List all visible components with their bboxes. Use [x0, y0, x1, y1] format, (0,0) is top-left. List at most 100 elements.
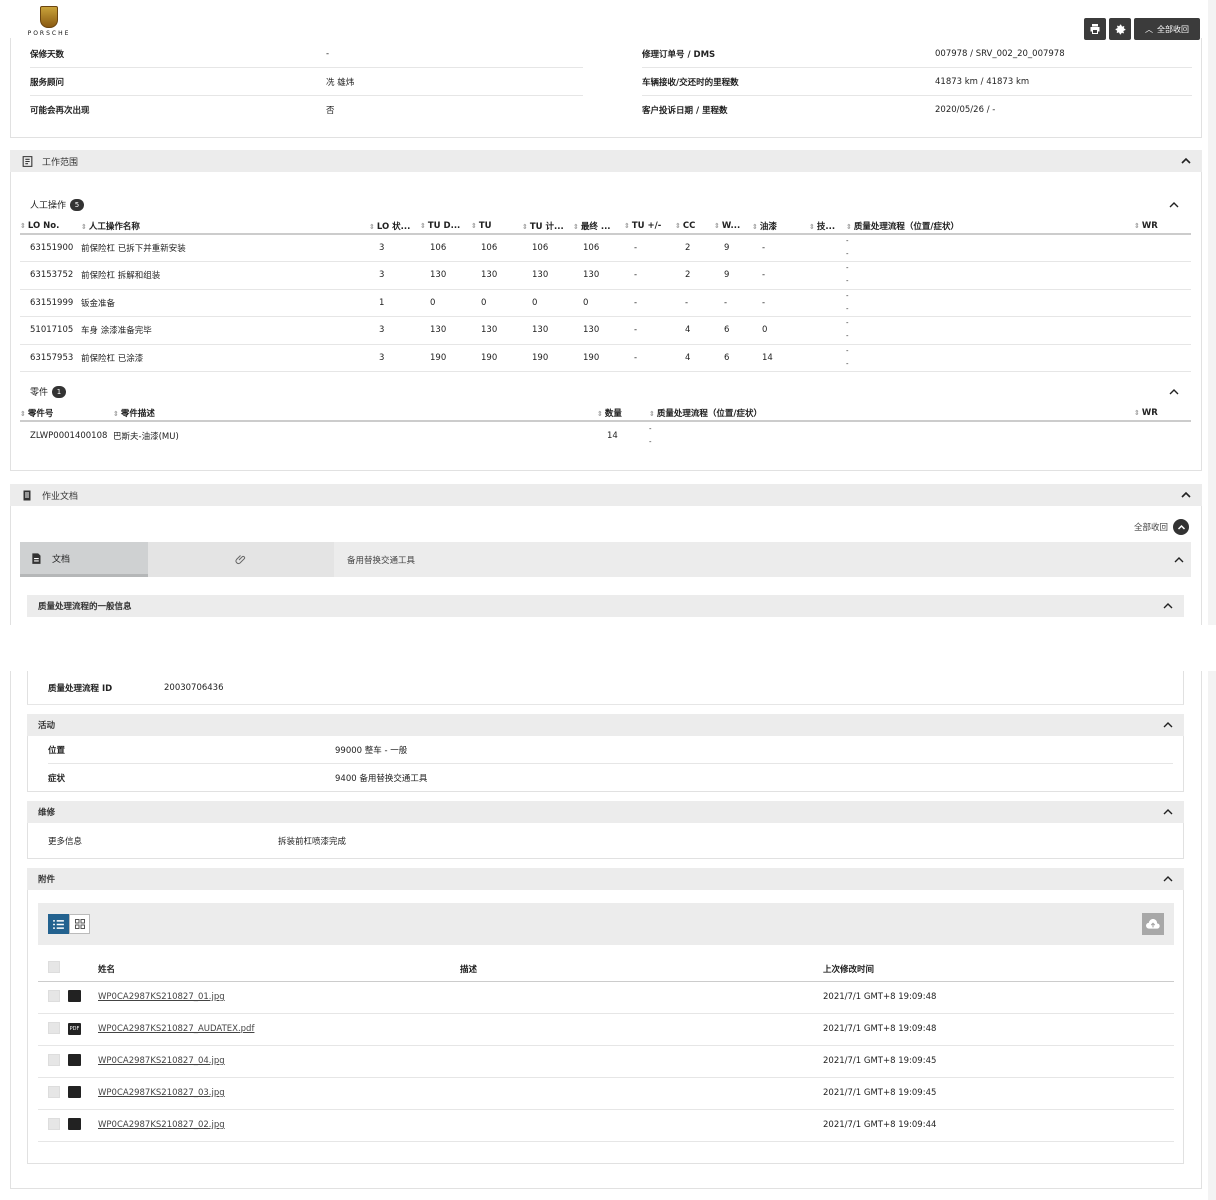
grid-view-button[interactable] [69, 914, 90, 934]
col-description[interactable]: 描述 [460, 957, 823, 982]
tab-documents[interactable]: 文档 [20, 542, 148, 577]
attachment-link[interactable]: WP0CA2987KS210827_03.jpg [98, 1088, 225, 1098]
sort-icon: ⇕ [649, 409, 655, 418]
attachment-row[interactable]: WP0CA2987KS210827_02.jpg 2021/7/1 GMT+8 1… [38, 1109, 1174, 1142]
labor-row: 63157953 前保险杠 已涂漆 3 190 190 190 190-4 6 14- - [20, 344, 1191, 372]
general-info-header[interactable]: 质量处理流程的一般信息 [27, 595, 1184, 617]
labor-row: 63151999 钣金准备 1 0 0 0 0- - - - - - [20, 289, 1191, 317]
labor-col-header[interactable]: ⇕ W... [714, 218, 752, 235]
attachment-link[interactable]: WP0CA2987KS210827_02.jpg [98, 1120, 225, 1130]
attachment-description [460, 1077, 823, 1110]
labor-cell: - [752, 261, 809, 290]
parts-cell: 14 [607, 430, 618, 441]
scrollbar[interactable] [1208, 0, 1216, 625]
labor-cell: 3 [369, 344, 420, 372]
sort-icon: ⇕ [624, 221, 630, 230]
labor-cell: 1 [369, 289, 420, 317]
chevron-up-icon[interactable] [1162, 806, 1174, 818]
labor-cell: 190 [420, 344, 471, 372]
work-scope-header[interactable]: 工作范围 [10, 150, 1202, 172]
attachment-row[interactable]: PDF WP0CA2987KS210827_AUDATEX.pdf 2021/7/1… [38, 1013, 1174, 1046]
info-row: 服务顾问 冼 雄炜 [30, 69, 583, 96]
work-docs-header[interactable]: 作业文档 [10, 484, 1202, 506]
labor-col-header[interactable]: ⇕ TU D... [420, 218, 471, 235]
labor-col-header[interactable]: ⇕ 最终 ... [573, 218, 624, 235]
labor-cell: - [714, 289, 752, 317]
chevron-up-icon[interactable] [1180, 155, 1192, 167]
chevron-up-icon[interactable] [1162, 719, 1174, 731]
select-all-checkbox[interactable] [48, 961, 60, 974]
row-checkbox[interactable] [48, 1085, 60, 1098]
labor-cell [809, 289, 846, 317]
chevron-up-icon[interactable] [1162, 600, 1174, 612]
image-file-icon [68, 989, 81, 1002]
parts-col-header[interactable]: ⇕ 质量处理流程（位置/症状） [649, 405, 1134, 422]
repair-header[interactable]: 维修 [27, 801, 1184, 823]
labor-col-header[interactable]: ⇕ LO No. [20, 218, 81, 235]
parts-col-header[interactable]: ⇕ 数量 [597, 405, 649, 422]
chevron-up-icon[interactable] [1180, 489, 1192, 501]
attachment-link[interactable]: WP0CA2987KS210827_04.jpg [98, 1056, 225, 1066]
activity-header[interactable]: 活动 [27, 714, 1184, 736]
parts-row: ZLWP0001400108 巴斯夫-油漆(MU) 14- - [20, 421, 1191, 449]
labor-cell: 130 [522, 261, 573, 290]
attachments-header[interactable]: 附件 [27, 868, 1184, 890]
quality-flow-location: - [846, 291, 849, 300]
collapse-all-button[interactable]: ︿ 全部收回 [1134, 18, 1200, 40]
labor-col-header[interactable]: ⇕ LO 状... [369, 218, 420, 235]
row-checkbox[interactable] [48, 1053, 60, 1066]
labor-cell: - [752, 234, 809, 262]
col-modified[interactable]: 上次修改时间 [823, 957, 1174, 982]
labor-col-header[interactable]: ⇕ TU 计... [522, 218, 573, 235]
paperclip-icon [235, 554, 246, 564]
labor-col-header[interactable]: ⇕ 技... [809, 218, 846, 235]
work-scope-icon [20, 154, 34, 168]
parts-col-header[interactable]: ⇕ WR [1134, 405, 1191, 422]
labor-col-header[interactable]: ⇕ 质量处理流程（位置/症状） [846, 218, 1134, 235]
row-checkbox[interactable] [48, 1021, 60, 1034]
list-view-button[interactable] [48, 914, 69, 934]
docs-tab-bar: 文档 备用替换交通工具 [20, 542, 1191, 577]
row-checkbox[interactable] [48, 1117, 60, 1130]
labor-cell: 106 [522, 234, 573, 262]
labor-col-header[interactable]: ⇕ CC [675, 218, 714, 235]
row-checkbox[interactable] [48, 989, 60, 1002]
documents-icon [32, 553, 41, 564]
labor-cell: 190 [573, 344, 624, 372]
labor-cell [1134, 344, 1191, 372]
parts-table: ⇕ 零件号 ⇕ 零件描述 ⇕ 数量 ⇕ 质量处理流程（位置/症状） ⇕ WR ZLWP000140… [20, 405, 1191, 449]
labor-col-header[interactable]: ⇕ TU +/- [624, 218, 675, 235]
upload-button[interactable] [1142, 913, 1164, 935]
labor-cell: - [624, 344, 675, 372]
attachment-link[interactable]: WP0CA2987KS210827_AUDATEX.pdf [98, 1024, 254, 1034]
labor-col-header[interactable]: ⇕ 人工操作名称 [81, 218, 369, 235]
docs-collapse-all[interactable]: 全部收回 [1134, 519, 1190, 535]
labor-cell: 3 [369, 261, 420, 290]
chevron-up-icon[interactable] [1168, 199, 1180, 211]
chevron-up-icon[interactable] [1162, 873, 1174, 885]
labor-col-header[interactable]: ⇕ 油漆 [752, 218, 809, 235]
col-name[interactable]: 姓名 [98, 957, 460, 982]
list-icon [53, 919, 64, 929]
labor-row: 51017105 车身 涂漆准备完毕 3 130 130 130 130-4 6 0- - [20, 316, 1191, 345]
attachment-row[interactable]: WP0CA2987KS210827_04.jpg 2021/7/1 GMT+8 1… [38, 1045, 1174, 1078]
parts-cell: ZLWP0001400108 [30, 430, 108, 441]
tab-attachments[interactable] [148, 542, 334, 577]
settings-button[interactable] [1109, 18, 1131, 40]
chevron-up-icon[interactable] [1173, 554, 1185, 566]
chevron-up-icon[interactable] [1168, 386, 1180, 398]
parts-col-header[interactable]: ⇕ 零件号 [20, 405, 113, 422]
scrollbar[interactable] [1208, 671, 1216, 1200]
attachment-row[interactable]: WP0CA2987KS210827_01.jpg 2021/7/1 GMT+8 1… [38, 981, 1174, 1014]
attachment-row[interactable]: WP0CA2987KS210827_03.jpg 2021/7/1 GMT+8 1… [38, 1077, 1174, 1110]
attachment-link[interactable]: WP0CA2987KS210827_01.jpg [98, 992, 225, 1002]
parts-col-header[interactable]: ⇕ 零件描述 [113, 405, 597, 422]
labor-cell: 3 [369, 234, 420, 262]
sort-icon: ⇕ [1134, 408, 1140, 417]
labor-col-header[interactable]: ⇕ TU [471, 218, 522, 235]
labor-col-header[interactable]: ⇕ WR [1134, 218, 1191, 235]
sort-icon: ⇕ [846, 222, 852, 231]
image-file-icon [68, 1085, 81, 1098]
quality-flow-location: - [846, 319, 849, 328]
print-button[interactable] [1084, 18, 1106, 40]
